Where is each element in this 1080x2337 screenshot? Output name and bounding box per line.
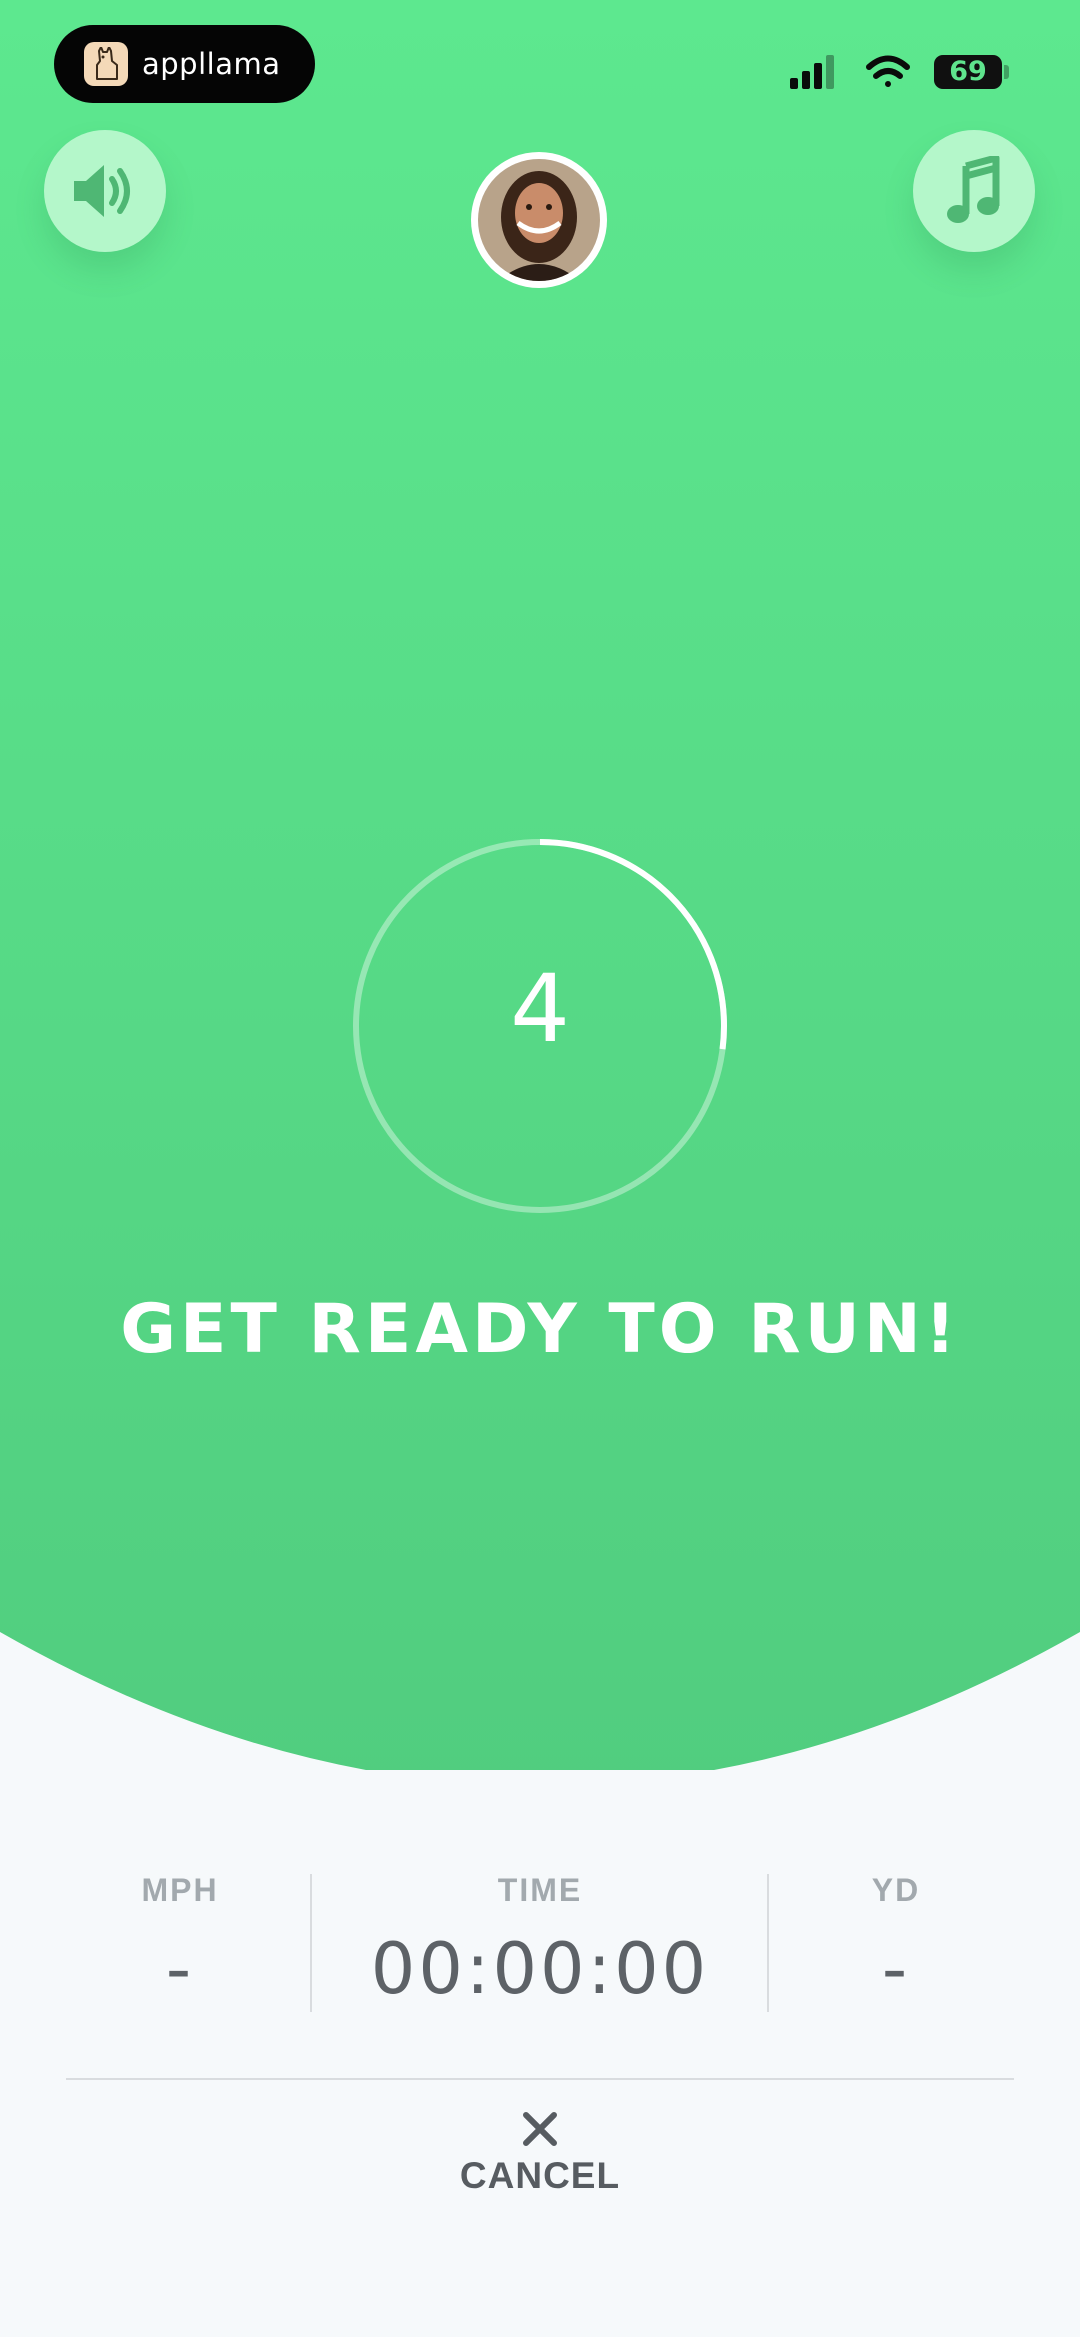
stat-value: 00:00:00 [370,1928,710,2010]
workout-hero: appllama 69 4 GET READY TO RUN! [0,0,1080,1770]
close-icon [523,2112,557,2146]
stat-divider [767,1874,769,2012]
stat-label: YD [871,1872,921,1908]
section-divider [66,2078,1014,2080]
cancel-label: CANCEL [459,2155,621,2196]
cellular-signal-icon [790,55,834,89]
stat-label: MPH [141,1872,219,1908]
battery-indicator: 69 [934,55,1002,89]
wifi-icon [866,55,910,87]
app-name: appllama [142,47,281,81]
cancel-button[interactable]: CANCEL [390,2110,690,2220]
music-note-icon [947,156,1000,223]
countdown-value: 4 [510,955,570,1064]
music-button[interactable] [913,130,1035,252]
battery-tip [1004,65,1009,79]
sound-button[interactable] [44,130,166,252]
stat-value: - [881,1928,911,2010]
stat-value: - [165,1928,195,2010]
status-icons [790,55,910,89]
speaker-icon [74,165,130,217]
stat-mph: MPH - [80,1870,280,2014]
llama-logo-icon [84,42,128,86]
app-label: appllama [54,25,315,103]
coach-avatar[interactable] [471,152,607,288]
stat-time: TIME 00:00:00 [340,1870,740,2014]
stat-divider [310,1874,312,2012]
avatar [478,159,600,281]
stat-label: TIME [497,1872,583,1908]
stat-yd: YD - [796,1870,996,2014]
countdown-headline: GET READY TO RUN! [120,1290,960,1369]
